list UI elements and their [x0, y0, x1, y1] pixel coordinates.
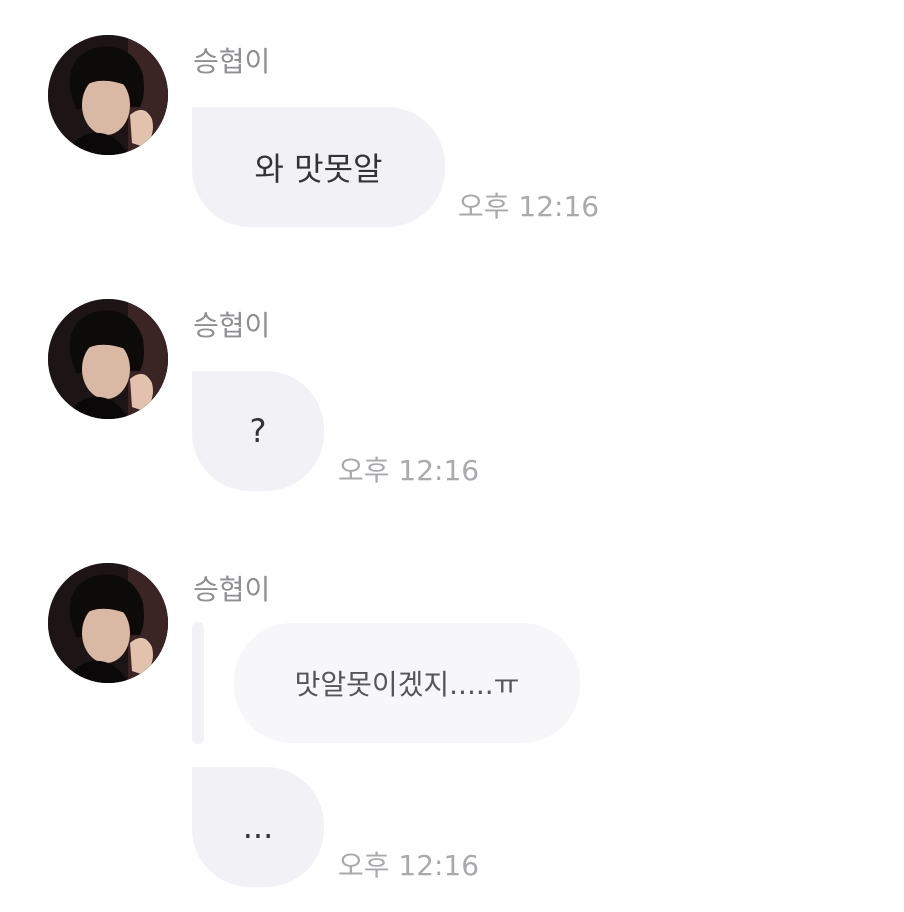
- message-timestamp: 오후 12:16: [338, 454, 480, 487]
- quoted-message[interactable]: 맛알못이겠지.....ㅠ: [234, 623, 580, 743]
- reply-indicator-bar: [192, 622, 204, 744]
- message-bubble[interactable]: ?: [192, 371, 324, 491]
- avatar[interactable]: [48, 35, 168, 155]
- message-timestamp: 오후 12:16: [338, 849, 480, 882]
- message-bubble[interactable]: ...: [192, 767, 324, 887]
- profile-photo: [48, 35, 168, 155]
- message-timestamp: 오후 12:16: [458, 190, 600, 223]
- profile-photo: [48, 563, 168, 683]
- avatar[interactable]: [48, 563, 168, 683]
- profile-photo: [48, 299, 168, 419]
- avatar[interactable]: [48, 299, 168, 419]
- sender-name: 승협이: [193, 309, 271, 342]
- message-bubble[interactable]: 와 맛못알: [192, 107, 445, 227]
- sender-name: 승협이: [193, 45, 271, 78]
- sender-name: 승협이: [193, 573, 271, 606]
